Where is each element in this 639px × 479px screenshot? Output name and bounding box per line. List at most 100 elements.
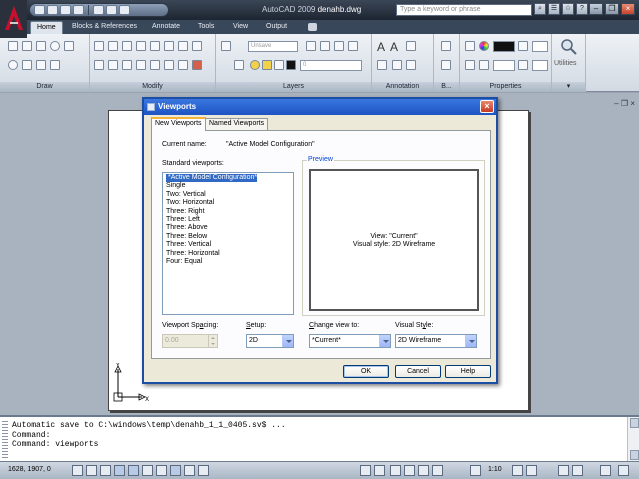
close-drawing-icon[interactable]: ×	[630, 99, 635, 108]
dynamic-input-icon[interactable]	[170, 465, 181, 476]
plot-style-icon[interactable]	[518, 60, 528, 70]
setup-select[interactable]: 2D	[246, 334, 294, 348]
open-icon[interactable]	[47, 5, 58, 15]
showmotion-icon[interactable]	[432, 465, 443, 476]
layer-previous-icon[interactable]	[306, 41, 316, 51]
list-item[interactable]: Three: Right	[164, 208, 292, 216]
quick-properties-icon[interactable]	[198, 465, 209, 476]
circle-icon[interactable]	[50, 41, 60, 51]
list-item[interactable]: Four: Equal	[164, 258, 292, 266]
trim-icon[interactable]	[150, 41, 160, 51]
list-item[interactable]: *Active Model Configuration*	[164, 172, 259, 184]
layer-state-select[interactable]: Unsave	[248, 41, 298, 52]
single-line-text-icon[interactable]: A	[390, 40, 398, 54]
zoom-icon[interactable]	[404, 465, 415, 476]
list-item[interactable]: Three: Vertical	[164, 241, 292, 249]
copy-icon[interactable]	[122, 41, 132, 51]
ducs-icon[interactable]	[156, 465, 167, 476]
new-icon[interactable]	[34, 5, 45, 15]
linear-dimension-icon[interactable]	[406, 41, 416, 51]
plot-style-select[interactable]	[532, 60, 548, 71]
list-item[interactable]: Single	[164, 182, 292, 190]
ribbon-minimize-icon[interactable]	[308, 23, 317, 31]
list-item[interactable]: Two: Horizontal	[164, 199, 292, 207]
layer-select[interactable]: 0	[300, 60, 362, 71]
create-block-icon[interactable]	[441, 60, 451, 70]
dialog-title-bar[interactable]: Viewports	[144, 99, 496, 115]
fillet-icon[interactable]	[178, 41, 188, 51]
list-item[interactable]: Two: Vertical	[164, 191, 292, 199]
lock-icon[interactable]	[274, 60, 284, 70]
insert-block-icon[interactable]	[441, 41, 451, 51]
chevron-down-icon[interactable]	[379, 335, 390, 347]
rotate-icon[interactable]	[108, 41, 118, 51]
command-line[interactable]: Automatic save to C:\windows\temp\denahb…	[0, 415, 639, 461]
layer-isolate-icon[interactable]	[320, 41, 330, 51]
lightbulb-icon[interactable]	[250, 60, 260, 70]
hatch-icon[interactable]	[22, 60, 32, 70]
lineweight-toggle-icon[interactable]	[184, 465, 195, 476]
block-panel-label[interactable]: B...	[434, 82, 459, 92]
ortho-icon[interactable]	[100, 465, 111, 476]
tab-named-viewports[interactable]: Named Viewports	[205, 118, 269, 130]
favorites-icon[interactable]: ☆	[562, 3, 574, 15]
restore-drawing-icon[interactable]: ❐	[621, 99, 628, 108]
model-space-icon[interactable]	[360, 465, 371, 476]
tab-annotate[interactable]: Annotate	[146, 21, 186, 34]
annotation-panel-label[interactable]: Annotation	[372, 82, 433, 92]
otrack-icon[interactable]	[142, 465, 153, 476]
break-icon[interactable]	[150, 60, 160, 70]
layer-freeze-icon[interactable]	[334, 41, 344, 51]
offset-icon[interactable]	[136, 60, 146, 70]
snap-icon[interactable]	[72, 465, 83, 476]
explode-icon[interactable]	[178, 60, 188, 70]
osnap-icon[interactable]	[128, 465, 139, 476]
tab-home[interactable]: Home	[30, 21, 63, 34]
restore-icon[interactable]: ❐	[605, 3, 619, 15]
rectangle-icon[interactable]	[36, 60, 46, 70]
redo-icon[interactable]	[106, 5, 117, 15]
application-menu-button[interactable]	[0, 0, 27, 38]
save-icon[interactable]	[60, 5, 71, 15]
layer-off-icon[interactable]	[348, 41, 358, 51]
standard-viewports-list[interactable]: *Active Model Configuration* Single Two:…	[162, 172, 294, 315]
dialog-close-icon[interactable]: ×	[480, 100, 494, 113]
tab-blocks-references[interactable]: Blocks & References	[66, 21, 143, 34]
color-wheel-icon[interactable]	[479, 41, 489, 51]
tab-output[interactable]: Output	[260, 21, 293, 34]
search-input[interactable]: Type a keyword or phrase	[396, 4, 532, 16]
command-line-grip[interactable]	[2, 421, 8, 459]
extend-icon[interactable]	[164, 41, 174, 51]
spline-icon[interactable]	[50, 60, 60, 70]
lock-toolbar-icon[interactable]	[572, 465, 583, 476]
dropdown-icon[interactable]	[119, 5, 130, 15]
help-button[interactable]: Help	[445, 365, 491, 378]
list-item[interactable]: Three: Horizontal	[164, 250, 292, 258]
properties-panel-label[interactable]: Properties	[460, 82, 551, 92]
layer-properties-icon[interactable]	[221, 41, 231, 51]
polar-icon[interactable]	[114, 465, 125, 476]
list-item[interactable]: Three: Above	[164, 224, 292, 232]
minimize-drawing-icon[interactable]: –	[614, 99, 618, 108]
list-item[interactable]: Three: Left	[164, 216, 292, 224]
scale-icon[interactable]	[108, 60, 118, 70]
tab-view[interactable]: View	[227, 21, 254, 34]
linetype-select[interactable]	[493, 60, 515, 71]
annotation-visibility-icon[interactable]	[512, 465, 523, 476]
match-layer-icon[interactable]	[234, 60, 244, 70]
list-item[interactable]: Three: Below	[164, 233, 292, 241]
chevron-down-icon[interactable]	[282, 335, 293, 347]
layers-panel-label[interactable]: Layers	[216, 82, 371, 92]
multiline-text-icon[interactable]: A	[377, 40, 385, 54]
workspace-switching-icon[interactable]	[558, 465, 569, 476]
match-properties-icon[interactable]	[465, 41, 475, 51]
grid-icon[interactable]	[86, 465, 97, 476]
layout-icon[interactable]	[374, 465, 385, 476]
coordinates-readout[interactable]: 1628, 1907, 0	[8, 466, 51, 473]
status-menu-icon[interactable]	[600, 465, 611, 476]
arc-icon[interactable]	[36, 41, 46, 51]
modify-panel-label[interactable]: Modify	[90, 82, 215, 92]
communication-center-icon[interactable]: ☰	[548, 3, 560, 15]
change-view-select[interactable]: *Current*	[309, 334, 391, 348]
minimize-icon[interactable]: –	[589, 3, 603, 15]
